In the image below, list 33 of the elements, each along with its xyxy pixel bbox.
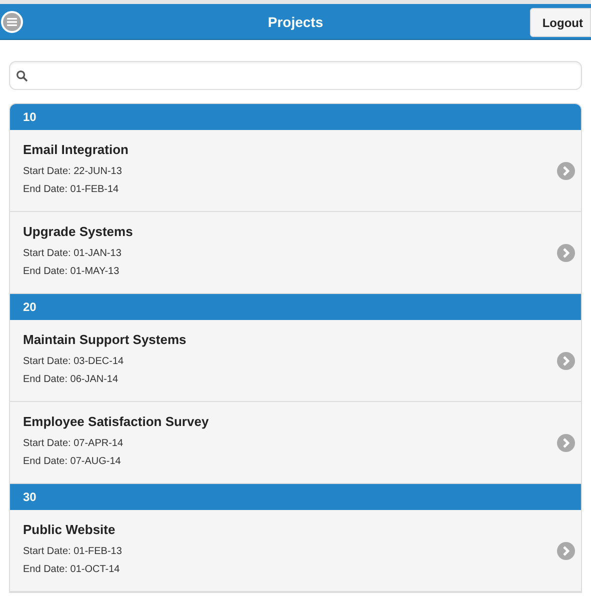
end-date: End Date: 01-FEB-14 [23,183,120,197]
project-item[interactable]: Upgrade Systems Start Date: 01-JAN-13 End Date: 01-MAY-13 [10,212,581,294]
project-name: Email Integration [23,142,130,157]
menu-icon[interactable] [0,10,24,34]
group-header: 30 [10,484,581,510]
search-icon [16,70,28,82]
start-date: Start Date: 03-DEC-14 [23,355,125,369]
chevron-icon [557,352,575,370]
end-date: End Date: 06-JAN-14 [23,373,120,387]
page-title: Projects [268,14,324,30]
project-name: Upgrade Systems [23,224,134,239]
start-date: Start Date: 07-APR-14 [23,437,124,451]
start-date: Start Date: 01-JAN-13 [23,247,122,261]
group-header: 10 [10,104,581,130]
project-item[interactable]: Employee Satisfaction Survey Start Date: 07-APR-14 End Date: 07-AUG-14 [10,402,581,484]
start-date: Start Date: 01-FEB-13 [23,545,123,559]
project-item[interactable]: Public Website Start Date: 01-FEB-13 End Date: 01-OCT-14 [10,510,581,592]
project-item[interactable]: Maintain Support Systems Start Date: 03-DEC-14 End Date: 06-JAN-14 [10,320,581,402]
project-item[interactable]: Email Integration Start Date: 22-JUN-13 End Date: 01-FEB-14 [10,130,581,212]
chevron-icon [557,244,575,262]
project-name: Maintain Support Systems [23,332,188,347]
chevron-icon [557,542,575,560]
search-field[interactable] [9,61,582,90]
end-date: End Date: 07-AUG-14 [23,455,122,469]
end-date: End Date: 01-MAY-13 [23,265,120,279]
end-date: End Date: 01-OCT-14 [23,563,121,577]
logout-button[interactable]: Logout [530,8,591,37]
chevron-icon [557,434,575,452]
project-name: Public Website [23,522,116,537]
group-header: 20 [10,294,581,320]
start-date: Start Date: 22-JUN-13 [23,165,123,179]
project-name: Employee Satisfaction Survey [23,414,210,429]
chevron-icon [557,162,575,180]
